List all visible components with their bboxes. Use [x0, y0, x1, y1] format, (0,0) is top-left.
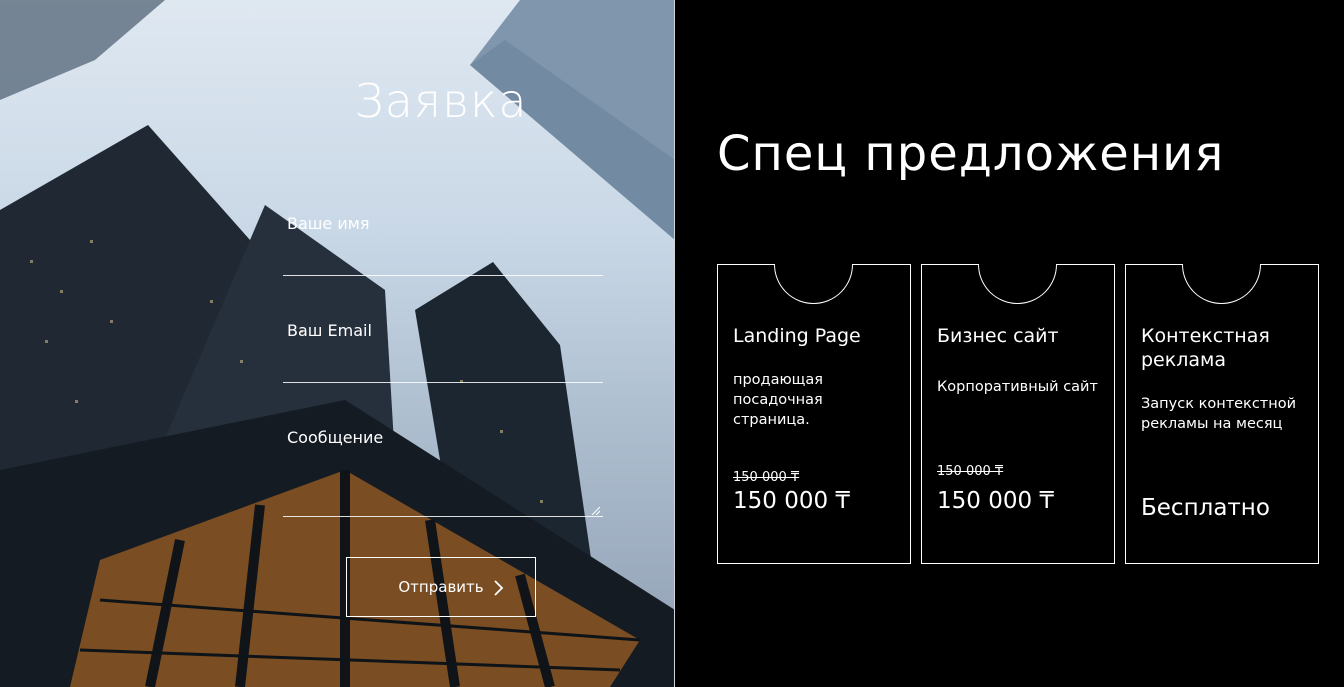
offer-card-business[interactable]: Бизнес сайт Корпоративный сайт 150 000 ₸… [921, 264, 1115, 564]
offer-description: Корпоративный сайт [937, 379, 1098, 395]
panel-divider [674, 0, 675, 687]
email-field-label: Ваш Email [287, 321, 372, 340]
offer-title: Landing Page [733, 325, 861, 347]
chevron-right-icon [494, 580, 504, 596]
submit-button-label: Отправить [398, 578, 484, 596]
offer-price: 150 000 ₸ [937, 488, 1055, 514]
submit-button[interactable]: Отправить [346, 557, 536, 617]
offer-description: Запуск контекстной рекламы на месяц [1141, 396, 1297, 432]
email-field-underline [283, 382, 603, 383]
form-panel: Заявка Ваше имя Ваш Email Сообщение Отпр… [0, 0, 675, 687]
offer-title: Бизнес сайт [937, 325, 1059, 347]
offer-title: Контекстная реклама [1141, 325, 1270, 371]
offers-title: Спец предложения [717, 126, 1225, 182]
offer-card-landing[interactable]: Landing Page продающая посадочная страни… [717, 264, 911, 564]
name-field[interactable]: Ваше имя [283, 214, 603, 276]
offer-price: Бесплатно [1141, 495, 1270, 521]
message-field-underline [283, 516, 603, 517]
offer-old-price: 150 000 ₸ [733, 470, 800, 485]
form-title: Заявка [354, 74, 528, 128]
message-field[interactable]: Сообщение [283, 428, 603, 517]
offer-description: продающая посадочная страница. [733, 372, 823, 428]
name-field-label: Ваше имя [287, 214, 370, 233]
offer-old-price: 150 000 ₸ [937, 464, 1004, 479]
offer-price: 150 000 ₸ [733, 488, 851, 514]
email-field[interactable]: Ваш Email [283, 321, 603, 383]
resize-handle-icon[interactable] [590, 505, 600, 515]
message-field-label: Сообщение [287, 428, 384, 447]
offer-card-context-ads[interactable]: Контекстная реклама Запуск контекстной р… [1125, 264, 1319, 564]
name-field-underline [283, 275, 603, 276]
ticket-frame [921, 264, 1115, 564]
